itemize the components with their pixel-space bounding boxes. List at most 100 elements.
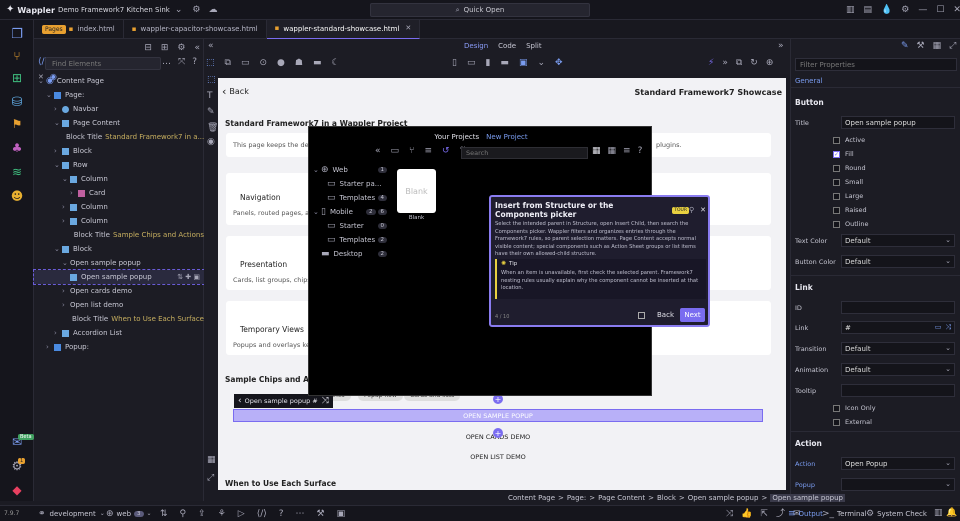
collapse-icon[interactable]: « bbox=[194, 43, 200, 53]
chevron-left-icon[interactable]: ‹ bbox=[238, 396, 242, 406]
open-list-demo-button[interactable]: OPEN LIST DEMO bbox=[448, 451, 548, 463]
thumbs-up-icon[interactable]: 👍 bbox=[741, 509, 752, 519]
upload-icon[interactable]: ⇪ bbox=[198, 509, 206, 519]
close-icon[interactable]: ✕ bbox=[700, 206, 706, 214]
tree-icon[interactable]: ⊞ bbox=[7, 68, 27, 88]
globe-icon[interactable]: ⊕ bbox=[766, 59, 774, 68]
open-sample-popup-button[interactable]: OPEN SAMPLE POPUP bbox=[233, 409, 763, 422]
history-icon[interactable]: ↺ bbox=[442, 147, 450, 156]
pin-icon[interactable]: ⚲ bbox=[689, 206, 694, 214]
robot-icon[interactable]: ☻ bbox=[7, 186, 27, 206]
dots-icon[interactable]: ⋯ bbox=[296, 509, 305, 519]
trash-icon[interactable]: 🗑 bbox=[207, 124, 218, 133]
breadcrumb-item[interactable]: Open sample popup bbox=[688, 494, 759, 502]
gear-icon[interactable]: ⚙ bbox=[901, 5, 909, 15]
collapse-left-icon[interactable]: « bbox=[208, 42, 214, 51]
insert-plus-icon[interactable]: + bbox=[493, 428, 503, 438]
transition-select[interactable]: Default ⌄ bbox=[841, 342, 955, 355]
link-icon[interactable]: ⤢ bbox=[207, 474, 214, 483]
button-color-select[interactable]: Default ⌄ bbox=[841, 255, 955, 268]
popup-select[interactable]: ⌄ bbox=[841, 478, 955, 491]
shuffle-icon[interactable]: ⤨ bbox=[322, 396, 329, 406]
breadcrumb-item[interactable]: Page: bbox=[567, 494, 586, 502]
mode-design[interactable]: Design bbox=[464, 42, 488, 50]
id-input[interactable] bbox=[841, 301, 955, 314]
help-icon[interactable]: ? bbox=[279, 509, 284, 519]
desktop-icon[interactable]: ▬ bbox=[313, 59, 322, 68]
git-icon[interactable]: ⑂ bbox=[7, 46, 27, 66]
project-search-input[interactable]: Search bbox=[461, 147, 588, 159]
fill-checkbox[interactable]: ✓ Fill bbox=[833, 150, 854, 158]
mode-split[interactable]: Split bbox=[526, 42, 542, 50]
breadcrumb-item[interactable]: Block bbox=[657, 494, 676, 502]
bell-icon[interactable]: 🔔 bbox=[946, 509, 957, 518]
category-starter[interactable]: ▭ Starter 0 bbox=[327, 219, 387, 233]
tree-row-page[interactable]: ⌄ Page: bbox=[34, 88, 204, 102]
phone-landscape-icon[interactable]: ▭ bbox=[467, 59, 476, 68]
tablet-icon[interactable]: ▮ bbox=[485, 59, 490, 68]
tools-icon[interactable]: ⚒ bbox=[317, 509, 325, 519]
breadcrumb-item[interactable]: Content Page bbox=[508, 494, 555, 502]
tree-row-open-cards-demo[interactable]: › Open cards demo bbox=[34, 284, 204, 298]
your-projects-tab[interactable]: Your Projects bbox=[434, 133, 479, 141]
small-checkbox[interactable]: Small bbox=[833, 178, 863, 186]
project-selector[interactable]: Demo Framework7 Kitchen Sink ⌄ ⚙ ☁ bbox=[58, 3, 218, 17]
category-desktop[interactable]: ▬ Desktop 2 bbox=[321, 247, 387, 261]
large-checkbox[interactable]: Large bbox=[833, 192, 863, 200]
help-icon[interactable]: ? bbox=[638, 147, 643, 156]
tree-row-block-title[interactable]: Block Title When to Use Each Surface bbox=[34, 312, 204, 326]
link-input[interactable]: # ▭ ⤨ bbox=[841, 321, 955, 334]
filter-properties-input[interactable]: Filter Properties bbox=[795, 58, 957, 71]
category-web[interactable]: ⌄ ⊕ Web 1 bbox=[313, 163, 387, 177]
tree-row-block-title[interactable]: Block Title Sample Chips and Actions bbox=[34, 228, 204, 242]
unlink-icon[interactable]: ⤧ bbox=[178, 58, 185, 67]
breadcrumb-current[interactable]: Open sample popup bbox=[770, 493, 845, 502]
collapse-right-icon[interactable]: » bbox=[778, 42, 784, 51]
tree-row-block[interactable]: ⌄ Block bbox=[34, 242, 204, 256]
system-check-button[interactable]: ⚙ System Check bbox=[866, 508, 927, 520]
signpost-icon[interactable]: ⚑ bbox=[7, 114, 27, 134]
tree-row-column[interactable]: › Column bbox=[34, 214, 204, 228]
output-button[interactable]: ≡ Output bbox=[788, 508, 823, 520]
help-icon[interactable]: ? bbox=[192, 58, 197, 67]
tools-icon[interactable]: ⚙ bbox=[177, 43, 185, 53]
database-icon[interactable]: ⛁ bbox=[7, 92, 27, 112]
moon-icon[interactable]: ☾ bbox=[331, 59, 339, 68]
dots-icon[interactable]: … bbox=[162, 58, 171, 67]
text-icon[interactable]: T bbox=[207, 92, 213, 101]
sort-icon[interactable]: ⇅ bbox=[160, 509, 168, 519]
wand-icon[interactable]: ⚘ bbox=[218, 509, 226, 519]
quick-open-button[interactable]: ⌕ Quick Open bbox=[370, 3, 590, 17]
close-tab-icon[interactable]: ✕ bbox=[405, 25, 411, 32]
close-icon[interactable]: ✕ bbox=[953, 5, 960, 15]
tree-row-row[interactable]: ⌄ Row bbox=[34, 158, 204, 172]
dont-show-checkbox[interactable] bbox=[638, 312, 645, 319]
select-icon[interactable]: ⬚ bbox=[207, 76, 216, 85]
layers-icon[interactable]: ≋ bbox=[7, 162, 27, 182]
round-checkbox[interactable]: Round bbox=[833, 164, 866, 172]
tour-next-button[interactable]: Next bbox=[680, 308, 705, 322]
new-project-tab[interactable]: New Project bbox=[486, 133, 527, 141]
export-icon[interactable]: ⇱ bbox=[760, 509, 768, 519]
list-icon[interactable]: ≡ bbox=[424, 147, 432, 156]
category-mobile[interactable]: ⌄ ▯ Mobile 2 6 bbox=[313, 205, 387, 219]
tree-row-navbar[interactable]: › Navbar bbox=[34, 102, 204, 116]
category-templates[interactable]: ▭ Templates 4 bbox=[327, 191, 387, 205]
camera-icon[interactable]: ⊙ bbox=[259, 59, 267, 68]
git-branch-icon[interactable]: ⑂ bbox=[409, 147, 414, 156]
tree-row-page-content[interactable]: ⌄ Page Content bbox=[34, 116, 204, 130]
text-color-select[interactable]: Default ⌄ bbox=[841, 234, 955, 247]
tree-row-accordion-list[interactable]: › Accordion List bbox=[34, 326, 204, 340]
target-selector[interactable]: ⚭ development ⌄ bbox=[38, 508, 105, 520]
expand-icon[interactable]: ⤢ bbox=[949, 42, 956, 51]
animation-select[interactable]: Default ⌄ bbox=[841, 363, 955, 376]
active-checkbox[interactable]: Active bbox=[833, 136, 865, 144]
share-icon[interactable]: ⤴ bbox=[776, 509, 785, 519]
action-select[interactable]: Open Popup ⌄ bbox=[841, 457, 955, 470]
back-link[interactable]: ‹ Back bbox=[222, 86, 249, 97]
shuffle-icon[interactable]: ⤨ bbox=[726, 509, 733, 519]
magic-icon[interactable]: ⚡ bbox=[708, 59, 714, 68]
windows-icon[interactable]: ⧉ bbox=[736, 59, 742, 68]
layout-icon[interactable]: ▥ bbox=[846, 5, 855, 15]
find-elements-input[interactable]: Find Elements bbox=[45, 57, 161, 70]
